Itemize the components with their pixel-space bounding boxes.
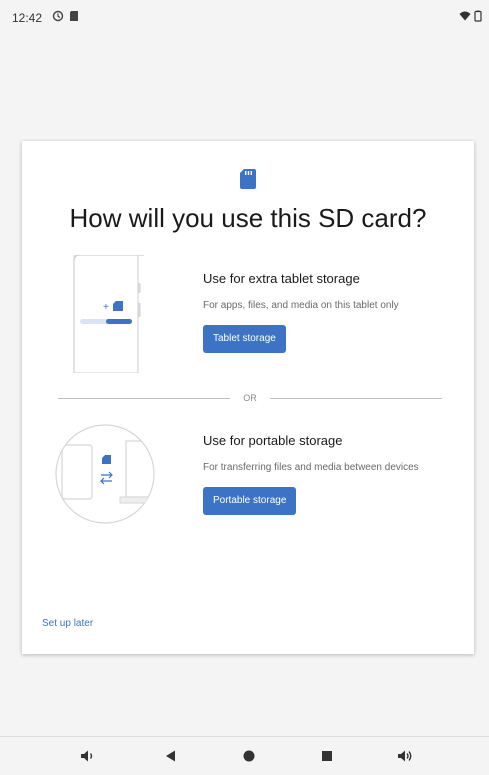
recents-icon[interactable] <box>318 747 336 765</box>
status-bar: 12:42 <box>0 0 489 34</box>
status-time: 12:42 <box>12 11 43 25</box>
divider-line-right <box>270 398 442 399</box>
wifi-icon <box>459 11 471 21</box>
portable-storage-text: Use for portable storage For transferrin… <box>203 433 453 515</box>
navigation-bar <box>0 736 489 775</box>
volume-up-icon[interactable] <box>396 747 414 765</box>
portable-storage-button[interactable]: Portable storage <box>203 487 297 515</box>
or-divider: OR <box>58 392 442 404</box>
tablet-storage-illustration: + <box>73 255 144 373</box>
tablet-storage-heading: Use for extra tablet storage <box>203 271 360 286</box>
sd-card-icon <box>70 11 78 21</box>
page-title: How will you use this SD card? <box>69 203 427 233</box>
tablet-storage-text: Use for extra tablet storage For apps, f… <box>203 271 453 353</box>
portable-storage-heading: Use for portable storage <box>203 433 343 448</box>
sd-card-icon <box>240 169 256 189</box>
set-up-later-link[interactable]: Set up later <box>42 618 93 629</box>
home-icon[interactable] <box>240 747 258 765</box>
back-icon[interactable] <box>162 747 180 765</box>
portable-storage-illustration <box>55 424 155 524</box>
svg-text:+: + <box>103 302 109 313</box>
tablet-storage-button[interactable]: Tablet storage <box>203 325 286 353</box>
tablet-storage-description: For apps, files, and media on this table… <box>203 300 399 311</box>
portable-storage-description: For transferring files and media between… <box>203 462 419 473</box>
sd-card-setup-dialog: How will you use this SD card? + Use for… <box>22 141 474 654</box>
battery-icon <box>474 10 482 22</box>
tablet-storage-option: + Use for extra tablet storage For apps,… <box>22 255 474 375</box>
portable-storage-option: Use for portable storage For transferrin… <box>22 423 474 533</box>
sync-icon <box>52 10 64 22</box>
volume-down-icon[interactable] <box>78 747 96 765</box>
